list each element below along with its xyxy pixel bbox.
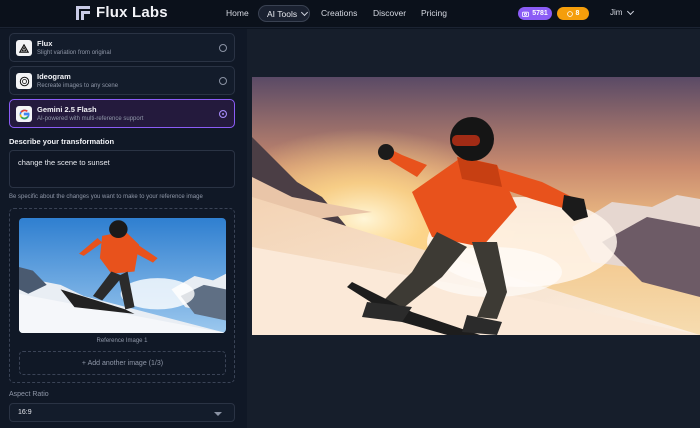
model-name: Flux xyxy=(37,39,53,48)
model-name: Ideogram xyxy=(37,72,71,81)
model-description: Recreate images to any scene xyxy=(37,83,119,89)
user-menu[interactable]: Jim xyxy=(610,7,635,17)
output-area xyxy=(247,29,700,428)
model-description: Slight variation from original xyxy=(37,50,112,56)
app-name: Flux Labs xyxy=(96,4,168,21)
radio-button[interactable] xyxy=(219,110,227,118)
reference-image-thumbnail[interactable] xyxy=(19,218,226,333)
nav-creations[interactable]: Creations xyxy=(321,8,357,18)
nav-home[interactable]: Home xyxy=(226,8,249,18)
model-option-gemini[interactable]: Gemini 2.5 Flash AI-powered with multi-r… xyxy=(9,99,235,128)
nav-ai-tools-dropdown[interactable]: AI Tools xyxy=(258,5,310,22)
reference-upload-zone[interactable]: Reference Image 1 + Add another image (1… xyxy=(9,208,235,383)
transformation-label: Describe your transformation xyxy=(9,137,115,146)
add-image-button[interactable]: + Add another image (1/3) xyxy=(19,351,226,375)
user-name: Jim xyxy=(610,8,623,17)
chevron-down-icon xyxy=(627,7,635,15)
model-description: AI-powered with multi-reference support xyxy=(37,116,144,122)
nav-discover[interactable]: Discover xyxy=(373,8,406,18)
camera-icon xyxy=(522,11,530,17)
top-nav: Flux Labs Home AI Tools Creations Discov… xyxy=(0,0,700,28)
chevron-down-icon xyxy=(301,8,309,16)
ideogram-icon xyxy=(16,73,32,89)
model-option-flux[interactable]: Flux Slight variation from original xyxy=(9,33,235,62)
transformation-input[interactable]: change the scene to sunset xyxy=(9,150,235,188)
coin-icon xyxy=(566,10,573,17)
radio-button[interactable] xyxy=(219,77,227,85)
logo[interactable]: Flux Labs xyxy=(76,4,168,21)
google-g-icon xyxy=(16,106,32,122)
radio-button[interactable] xyxy=(219,44,227,52)
credits-count: 5781 xyxy=(532,10,548,17)
transformation-hint: Be specific about the changes you want t… xyxy=(9,194,203,200)
nav-ai-tools-label: AI Tools xyxy=(267,8,298,19)
generated-image[interactable] xyxy=(252,77,700,335)
nav-pricing[interactable]: Pricing xyxy=(421,8,447,18)
dropdown-arrow-icon xyxy=(214,412,222,416)
triangle-icon xyxy=(16,40,32,56)
flux-logo-icon xyxy=(76,5,90,20)
reference-image-caption: Reference Image 1 xyxy=(96,338,148,344)
credits-badge[interactable]: 5781 xyxy=(518,7,552,20)
points-count: 8 xyxy=(575,10,580,17)
settings-panel: Flux Slight variation from original Ideo… xyxy=(0,29,247,428)
aspect-ratio-value: 16:9 xyxy=(18,409,32,416)
model-option-ideogram[interactable]: Ideogram Recreate images to any scene xyxy=(9,66,235,95)
aspect-ratio-select[interactable]: 16:9 xyxy=(9,403,235,422)
model-name: Gemini 2.5 Flash xyxy=(37,105,97,114)
points-badge[interactable]: 8 xyxy=(557,7,589,20)
aspect-ratio-label: Aspect Ratio xyxy=(9,391,49,398)
